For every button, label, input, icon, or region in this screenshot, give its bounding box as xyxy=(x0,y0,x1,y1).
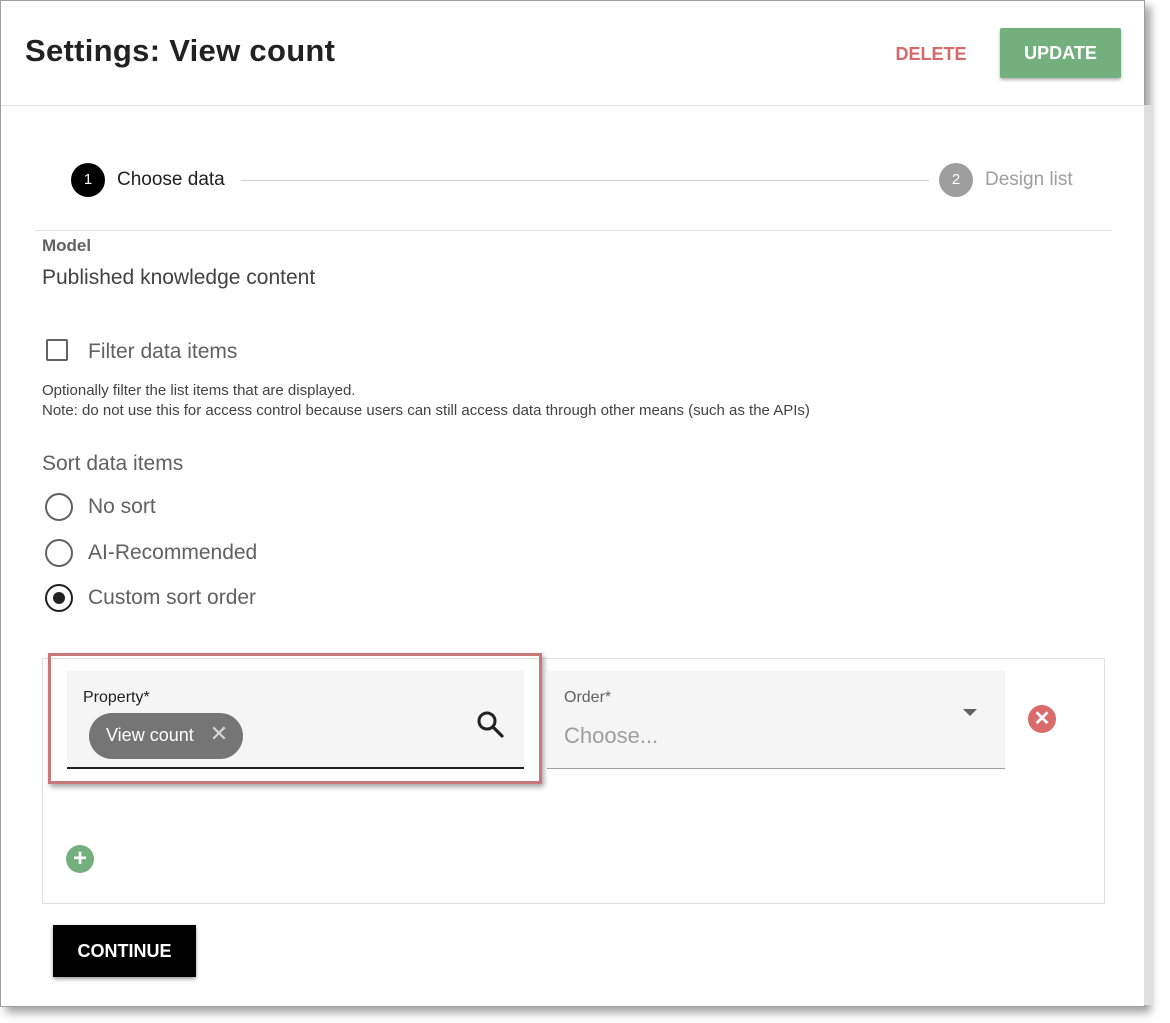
radio-ai-recommended[interactable] xyxy=(45,539,73,567)
order-field-label: Order* xyxy=(564,689,612,706)
order-select[interactable] xyxy=(547,671,1005,769)
radio-selected-dot xyxy=(53,592,65,604)
remove-circle-icon[interactable]: ✕ xyxy=(1028,705,1056,733)
continue-button[interactable]: CONTINUE xyxy=(53,925,196,977)
step-2-number[interactable]: 2 xyxy=(939,163,973,197)
filter-help-text: Optionally filter the list items that ar… xyxy=(42,382,356,399)
update-button[interactable]: UPDATE xyxy=(1000,28,1121,78)
step-1-number[interactable]: 1 xyxy=(71,163,105,197)
dialog-header: Settings: View count DELETE UPDATE xyxy=(1,1,1144,106)
chevron-down-icon[interactable] xyxy=(963,709,977,716)
add-circle-icon[interactable]: + xyxy=(66,845,94,873)
settings-dialog: Settings: View count DELETE UPDATE 1 Cho… xyxy=(0,0,1152,1007)
step-2-label[interactable]: Design list xyxy=(985,169,1073,191)
section-divider xyxy=(35,230,1112,231)
radio-no-sort-label[interactable]: No sort xyxy=(88,495,156,519)
step-1-label[interactable]: Choose data xyxy=(117,169,225,191)
model-value: Published knowledge content xyxy=(42,266,316,289)
page-title: Settings: View count xyxy=(25,33,336,68)
order-placeholder[interactable]: Choose... xyxy=(564,723,658,749)
stepper-connector xyxy=(241,180,929,181)
radio-ai-recommended-label[interactable]: AI-Recommended xyxy=(88,541,257,565)
radio-custom-sort[interactable] xyxy=(45,584,73,612)
highlight-box xyxy=(48,653,542,784)
stepper: 1 Choose data 2 Design list xyxy=(1,159,1144,203)
scrollbar[interactable] xyxy=(1144,105,1152,1005)
filter-checkbox[interactable] xyxy=(46,339,68,361)
filter-checkbox-label[interactable]: Filter data items xyxy=(88,340,237,364)
radio-custom-sort-label[interactable]: Custom sort order xyxy=(88,586,256,610)
model-label: Model xyxy=(42,236,92,255)
delete-button[interactable]: DELETE xyxy=(881,39,981,69)
filter-note-text: Note: do not use this for access control… xyxy=(42,402,810,419)
sort-heading: Sort data items xyxy=(42,452,184,475)
radio-no-sort[interactable] xyxy=(45,493,73,521)
